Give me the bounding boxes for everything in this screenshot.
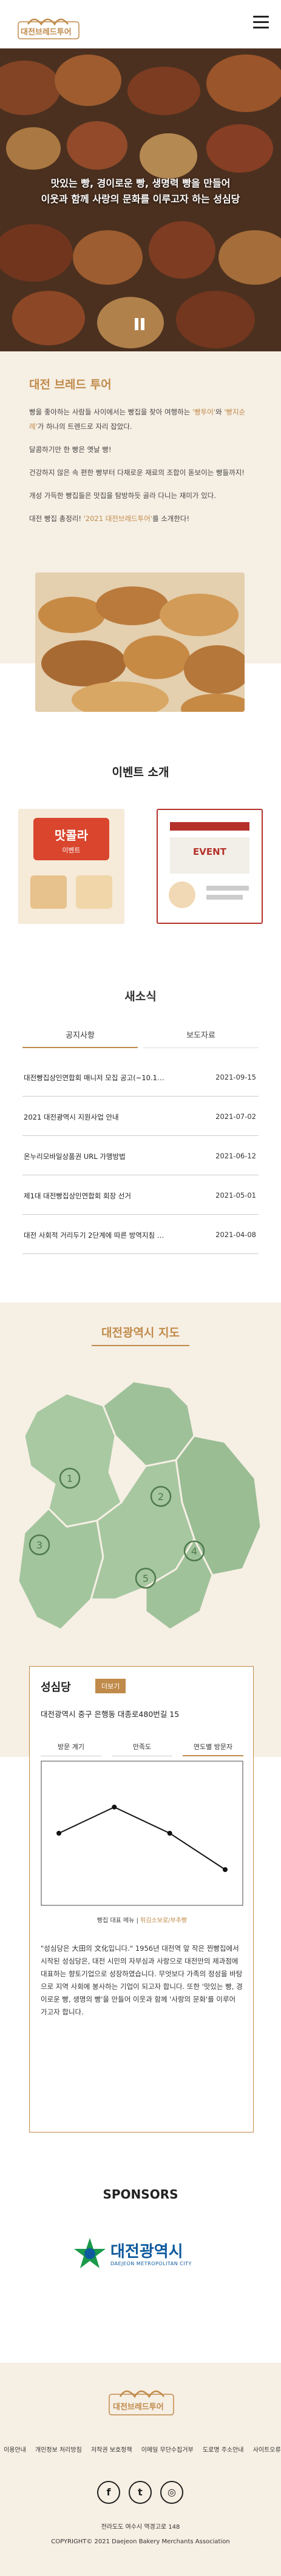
bakery-name: 성심당 <box>41 1681 71 1694</box>
news-row-title: 2021 대전광역시 지원사업 안내 <box>24 1113 119 1121</box>
site-header: 대전브레드투어 <box>0 0 281 48</box>
news-row[interactable]: 대전 사회적 거리두기 2단계에 따른 방역지침 … 2021-04-08 <box>22 1215 259 1254</box>
logo-text: 대전브레드투어 <box>21 28 72 37</box>
tab-satisfaction[interactable]: 만족도 <box>112 1738 172 1756</box>
district-seo[interactable] <box>17 1507 104 1631</box>
visitors-point-3 <box>167 1831 172 1836</box>
instagram-icon[interactable]: ◎ <box>160 2481 183 2504</box>
hero-banner: 맛있는 빵, 경이로운 빵, 생명력 빵을 만들어 이웃과 함께 사랑의 문화를… <box>0 48 281 351</box>
news-row[interactable]: 2021 대전광역시 지원사업 안내 2021-07-02 <box>22 1097 259 1136</box>
about-paragraph-4: 개성 가득한 빵집들은 맛집을 탐방하듯 골라 다니는 재미가 있다. <box>29 491 216 500</box>
footer-link-guide[interactable]: 이용안내 <box>4 2447 26 2454</box>
sponsor-subtitle: DAEJEON METROPOLITAN CITY <box>110 2261 192 2266</box>
news-row-title: 대전 사회적 거리두기 2단계에 따른 방역지침 … <box>24 1231 164 1240</box>
sponsors-title: SPONSORS <box>103 2187 178 2202</box>
svg-text:1: 1 <box>67 1473 73 1484</box>
footer-address: 전라도도 여수시 역경고로 148 <box>101 2524 180 2531</box>
footer-link-email[interactable]: 이메일 무단수집거부 <box>141 2447 194 2454</box>
svg-text:2: 2 <box>158 1491 164 1502</box>
news-row[interactable]: 제1대 대전빵집상인연합회 회장 선거 2021-05-01 <box>22 1175 259 1215</box>
news-row[interactable]: 온누리모바일상품권 URL 가맹방법 2021-06-12 <box>22 1136 259 1175</box>
footer-link-privacy[interactable]: 개인정보 처리방침 <box>35 2447 82 2454</box>
pause-icon[interactable] <box>135 318 147 331</box>
facebook-icon[interactable]: f <box>97 2481 120 2504</box>
svg-text:5: 5 <box>143 1573 149 1584</box>
about-paragraph-2: 달콤하기만 한 빵은 옛날 빵! <box>29 445 112 454</box>
twitter-icon[interactable]: t <box>129 2481 152 2504</box>
hero-line-1: 맛있는 빵, 경이로운 빵, 생명력 빵을 만들어 <box>50 178 231 189</box>
daejeon-emblem-icon <box>74 2238 106 2268</box>
news-row-title: 제1대 대전빵집상인연합회 회장 선거 <box>24 1192 131 1200</box>
tab-visit-reason[interactable]: 방문 계기 <box>41 1738 101 1756</box>
footer-copyright: COPYRIGHT© 2021 Daejeon Bakery Merchants… <box>51 2538 230 2545</box>
event-card-2[interactable]: EVENT <box>157 809 263 924</box>
bakery-description: "성심당은 大田의 文化입니다." 1956년 대전역 앞 작은 찐빵집에서 시… <box>41 1944 243 2016</box>
events-title: 이벤트 소개 <box>112 766 169 779</box>
event-card-1-subtitle: 이벤트 <box>62 846 81 854</box>
about-section: 대전 브레드 투어 빵을 좋아하는 사람들 사이에서는 빵집을 찾아 여행하는 … <box>0 351 281 712</box>
news-row-date: 2021-05-01 <box>215 1191 256 1200</box>
news-row[interactable]: 대전빵집상인연합회 매니저 모집 공고(~10.1… 2021-09-15 <box>22 1057 259 1097</box>
news-row-title: 온누리모바일상품권 URL 가맹방법 <box>24 1152 126 1161</box>
bakery-detail-card: 성심당 더보기 대전광역시 중구 은행동 대종로480번길 15 방문 계기 만… <box>29 1666 254 2133</box>
logo-bun-icon <box>109 2390 174 2415</box>
tab-yearly-visitors[interactable]: 연도별 방문자 <box>183 1738 243 1756</box>
about-paragraph-3: 건강하지 않은 속 편한 빵부터 다채로운 재료의 조합이 돋보이는 빵들까지! <box>29 468 245 477</box>
footer-logo[interactable]: 대전브레드투어 <box>107 2381 177 2417</box>
news-row-date: 2021-06-12 <box>215 1152 256 1160</box>
sponsor-name: 대전광역시 <box>110 2243 183 2261</box>
bread-photo <box>35 573 245 712</box>
news-row-date: 2021-09-15 <box>215 1073 256 1081</box>
news-row-title: 대전빵집상인연합회 매니저 모집 공고(~10.1… <box>24 1074 164 1082</box>
event-card-1[interactable]: 맛콜라 이벤트 <box>18 809 124 924</box>
tab-press[interactable]: 보도자료 <box>143 1024 259 1048</box>
chart-legend: 빵집 대표 메뉴 | 튀김소보로/부추빵 <box>96 1917 188 1924</box>
footer-logo-text: 대전브레드투어 <box>113 2403 164 2412</box>
sponsor-logo-daejeon[interactable]: 대전광역시 DAEJEON METROPOLITAN CITY <box>72 2236 211 2278</box>
daejeon-map: 1 2 3 4 5 <box>17 1380 262 1631</box>
visitors-point-2 <box>112 1804 117 1810</box>
map-title-underline <box>92 1345 189 1346</box>
news-row-date: 2021-04-08 <box>215 1230 256 1239</box>
site-footer: 대전브레드투어 이용안내 개인정보 처리방침 저작권 보호정책 이메일 무단수집… <box>0 2363 281 2576</box>
news-title: 새소식 <box>124 990 157 1003</box>
about-paragraph-5: 대전 빵집 총정리! '2021 대전브레드투어'를 소개한다! <box>29 514 190 523</box>
about-paragraph-1: 빵을 좋아하는 사람들 사이에서는 빵집을 찾아 여행하는 '빵투어'와 '빵지… <box>29 408 246 431</box>
footer-links: 이용안내 개인정보 처리방침 저작권 보호정책 이메일 무단수집거부 도로명 주… <box>0 2445 281 2454</box>
hamburger-menu-icon[interactable] <box>253 16 269 29</box>
more-button[interactable]: 더보기 <box>95 1679 126 1693</box>
visitors-chart <box>41 1761 243 1906</box>
visitors-point-1 <box>56 1831 61 1836</box>
news-row-date: 2021-07-02 <box>215 1112 256 1121</box>
footer-link-address[interactable]: 도로명 주소안내 <box>203 2447 244 2454</box>
about-title: 대전 브레드 투어 <box>29 378 112 391</box>
hero-tagline: 맛있는 빵, 경이로운 빵, 생명력 빵을 만들어 이웃과 함께 사랑의 문화를… <box>18 176 263 207</box>
map-title: 대전광역시 지도 <box>101 1326 180 1339</box>
tab-notice[interactable]: 공지사항 <box>22 1024 138 1048</box>
site-logo[interactable]: 대전브레드투어 <box>16 11 83 41</box>
svg-text:4: 4 <box>191 1545 197 1557</box>
svg-text:3: 3 <box>36 1539 42 1551</box>
bakery-address: 대전광역시 중구 은행동 대종로480번길 15 <box>41 1710 180 1719</box>
about-body: 빵을 좋아하는 사람들 사이에서는 빵집을 찾아 여행하는 '빵투어'와 '빵지… <box>29 405 254 534</box>
visitors-point-4 <box>223 1867 228 1872</box>
event-card-1-title: 맛콜라 <box>54 828 89 843</box>
event-card-2-title: EVENT <box>193 846 226 857</box>
hero-line-2: 이웃과 함께 사랑의 문화를 이루고자 하는 성심당 <box>41 193 240 205</box>
footer-link-report[interactable]: 사이트오류 신고 <box>253 2447 281 2454</box>
footer-link-copyright[interactable]: 저작권 보호정책 <box>91 2447 132 2454</box>
